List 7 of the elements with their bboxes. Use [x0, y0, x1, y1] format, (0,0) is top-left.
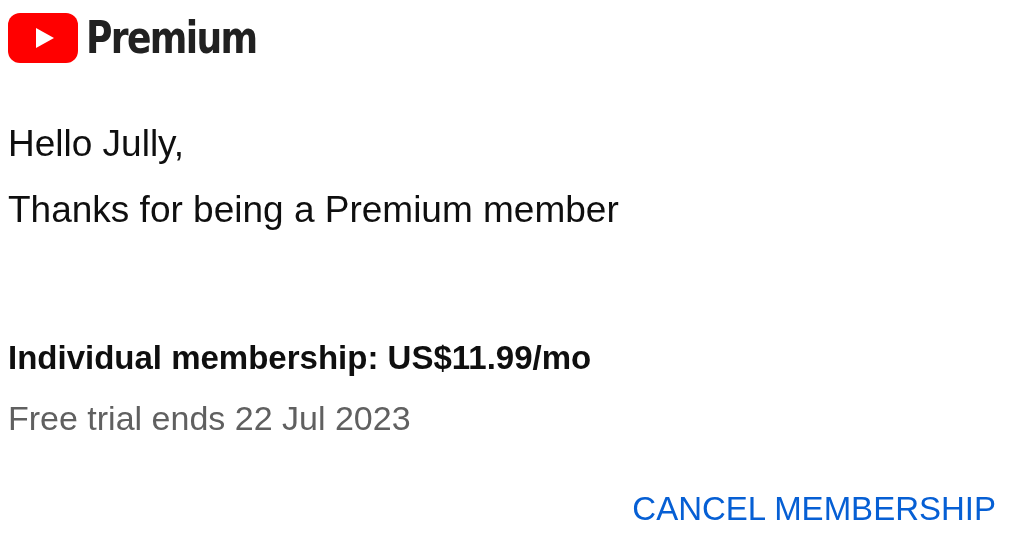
thanks-text: Thanks for being a Premium member	[8, 189, 620, 231]
membership-plan: Individual membership: US$11.99/mo	[8, 339, 593, 377]
logo-wordmark: Premium	[86, 12, 257, 63]
greeting-text: Hello Jully,	[8, 123, 186, 165]
cancel-membership-link[interactable]: CANCEL MEMBERSHIP	[632, 490, 996, 528]
play-logo-icon	[8, 12, 78, 63]
trial-end-text: Free trial ends 22 Jul 2023	[8, 399, 412, 438]
